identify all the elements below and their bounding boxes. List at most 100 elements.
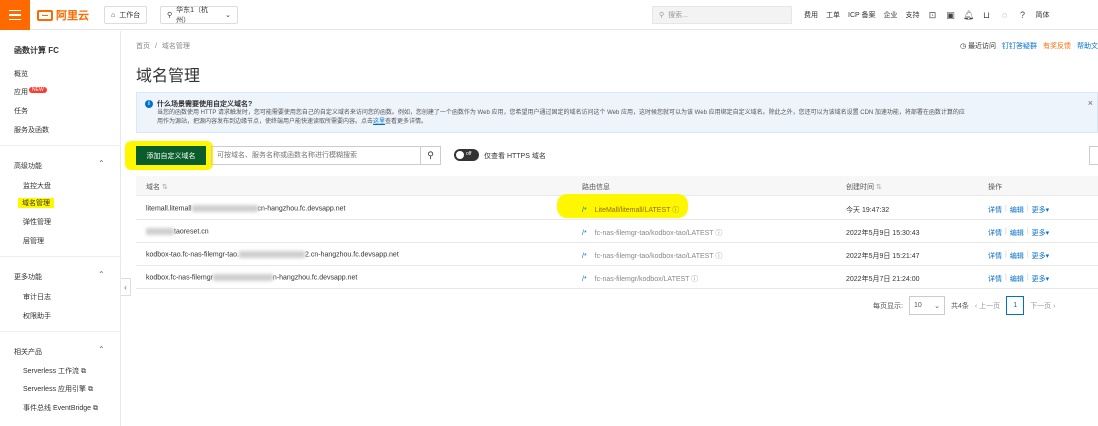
- logo-mark-icon: [37, 9, 53, 21]
- more-dropdown[interactable]: 更多▾: [1032, 228, 1050, 238]
- sidebar-item-eventbridge[interactable]: 事件总线 EventBridge ⧉: [23, 403, 98, 413]
- route-cell: /* fc-nas-filemgr-tao/kodbox-tao/LATEST ⓘ: [582, 228, 722, 238]
- domain-text: 2.cn-hangzhou.fc.devsapp.net: [304, 251, 399, 259]
- sidebar-item-domains[interactable]: 域名管理: [18, 198, 54, 208]
- domain-search-input[interactable]: [212, 147, 420, 164]
- sidebar-item-services[interactable]: 服务及函数: [14, 125, 49, 135]
- help-doc-link[interactable]: 帮助文: [1077, 41, 1098, 51]
- language-switch[interactable]: 简体: [1036, 10, 1050, 20]
- sidebar-divider: [0, 256, 121, 257]
- nav-fees[interactable]: 费用: [804, 10, 818, 20]
- table-header: 域名 ⇅ 路由信息 创建时间 ⇅ 操作: [136, 176, 1098, 196]
- th-domain[interactable]: 域名 ⇅: [146, 182, 168, 192]
- info-body-text: 查看更多详情。: [385, 119, 428, 125]
- chevron-up-icon[interactable]: ⌃: [98, 270, 105, 279]
- info-body: 当您的函数使用 HTTP 请求触发时，您可能需要使用您自己的自定义域名来访问您的…: [157, 109, 1097, 127]
- chevron-left-icon: ‹: [124, 282, 127, 292]
- nav-enterprise[interactable]: 企业: [884, 10, 898, 20]
- row-actions: 详情 | 编辑 | 更多▾: [988, 251, 1049, 261]
- chevron-up-icon[interactable]: ⌃: [98, 345, 105, 354]
- sidebar-item-elastic[interactable]: 弹性管理: [23, 217, 51, 227]
- workspace-button[interactable]: ⌂ 工作台: [104, 6, 148, 24]
- search-button[interactable]: ⚲: [420, 147, 440, 164]
- sidebar-group-more[interactable]: 更多功能: [14, 272, 42, 282]
- chevron-down-icon: ⌄: [934, 302, 940, 310]
- sidebar-item-serverless-workflow[interactable]: Serverless 工作流 ⧉: [23, 366, 86, 376]
- recent-visits-link[interactable]: ◷ 最近访问: [960, 41, 996, 51]
- sidebar-divider: [0, 145, 121, 146]
- sidebar-group-advanced[interactable]: 高级功能: [14, 161, 42, 171]
- sidebar-item-permission[interactable]: 权限助手: [23, 311, 51, 321]
- page-1-button[interactable]: 1: [1006, 296, 1025, 315]
- close-icon[interactable]: ×: [1088, 98, 1093, 108]
- detail-link[interactable]: 详情: [988, 251, 1002, 261]
- toggle-state: off: [466, 151, 472, 157]
- next-page-button[interactable]: 下一页 ›: [1030, 301, 1055, 311]
- help-icon[interactable]: ?: [1018, 10, 1028, 20]
- redacted-block: [238, 251, 305, 258]
- sidebar-group-related[interactable]: 相关产品: [14, 347, 42, 357]
- domain-text: taoreset.cn: [174, 228, 209, 236]
- sidebar-divider: [0, 331, 121, 332]
- detail-link[interactable]: 详情: [988, 274, 1002, 284]
- refresh-button[interactable]: [1089, 146, 1098, 165]
- more-label: 更多: [1031, 207, 1046, 214]
- separator: |: [1026, 251, 1029, 258]
- sidebar-item-audit[interactable]: 审计日志: [23, 292, 51, 302]
- detail-link[interactable]: 详情: [988, 205, 1002, 215]
- terminal-icon[interactable]: ⊡: [928, 10, 938, 20]
- prev-page-button[interactable]: ‹ 上一页: [975, 301, 1000, 311]
- sidebar-title: 函数计算 FC: [14, 46, 59, 55]
- global-search[interactable]: ⚲ 搜索...: [652, 6, 792, 24]
- row-actions: 详情 | 编辑 | 更多▾: [988, 228, 1049, 238]
- domain-search: ⚲: [211, 146, 441, 165]
- menu-icon[interactable]: [0, 0, 30, 30]
- https-only-toggle[interactable]: off: [454, 149, 479, 161]
- sidebar-item-serverless-app-engine[interactable]: Serverless 应用引擎 ⧉: [23, 384, 93, 394]
- feedback-link[interactable]: 有奖反馈: [1043, 41, 1071, 51]
- edit-link[interactable]: 编辑: [1010, 274, 1024, 284]
- sidebar-item-apps[interactable]: 应用 NEW: [14, 87, 47, 97]
- app-icon[interactable]: ▣: [946, 10, 956, 20]
- chevron-up-icon[interactable]: ⌃: [98, 159, 105, 168]
- route-prefix: /*: [582, 253, 587, 260]
- per-page-label: 每页显示:: [873, 302, 903, 310]
- nav-icp[interactable]: ICP 备案: [848, 10, 876, 20]
- nav-support[interactable]: 支持: [906, 10, 920, 20]
- table-row: kodbox-tao.fc-nas-filemgr-tao. 2.cn-hangz…: [136, 243, 1098, 266]
- more-dropdown[interactable]: 更多▾: [1032, 205, 1050, 215]
- region-selector[interactable]: ⚲ 华东1（杭州） ⌄: [160, 6, 238, 24]
- external-link-icon: ⧉: [80, 368, 86, 375]
- aliyun-logo[interactable]: 阿里云: [37, 8, 89, 22]
- detail-link[interactable]: 详情: [988, 228, 1002, 238]
- dingtalk-link[interactable]: 钉钉答疑群: [1002, 41, 1037, 51]
- sidebar-collapse-button[interactable]: ‹: [121, 278, 131, 296]
- per-page-select[interactable]: 10 ⌄: [908, 296, 945, 315]
- edit-link[interactable]: 编辑: [1010, 205, 1024, 215]
- breadcrumb-home[interactable]: 首页: [136, 43, 150, 50]
- route-cell: /* fc-nas-filemgr-tao/kodbox-tao/LATEST ⓘ: [582, 251, 722, 261]
- info-link[interactable]: 这里: [373, 119, 385, 125]
- table-row: litemall.litemall cn-hangzhou.fc.devsapp.…: [136, 197, 1098, 220]
- logo-text: 阿里云: [56, 10, 89, 22]
- info-body-text: 当您的函数使用 HTTP 请求触发时，您可能需要使用您自己的自定义域名来访问您的…: [157, 110, 965, 116]
- more-dropdown[interactable]: 更多▾: [1032, 251, 1050, 261]
- sidebar-item-layers[interactable]: 层管理: [23, 236, 44, 246]
- nav-tickets[interactable]: 工单: [826, 10, 840, 20]
- table-row: taoreset.cn /* fc-nas-filemgr-tao/kodbox-…: [136, 220, 1098, 243]
- more-dropdown[interactable]: 更多▾: [1032, 274, 1050, 284]
- info-icon: i: [145, 100, 153, 108]
- add-custom-domain-button[interactable]: 添加自定义域名: [136, 146, 206, 165]
- cart-icon[interactable]: ⊔: [982, 10, 992, 20]
- bell-icon[interactable]: 🔔︎: [963, 10, 974, 20]
- page-title: 域名管理: [136, 68, 201, 85]
- domain-cell: kodbox-tao.fc-nas-filemgr-tao. 2.cn-hangz…: [146, 251, 399, 258]
- th-created[interactable]: 创建时间 ⇅: [846, 182, 882, 192]
- breadcrumb-current: 域名管理: [161, 43, 190, 50]
- lightbulb-icon[interactable]: ◌: [1000, 10, 1010, 20]
- edit-link[interactable]: 编辑: [1010, 228, 1024, 238]
- edit-link[interactable]: 编辑: [1010, 251, 1024, 261]
- sidebar-item-overview[interactable]: 概览: [14, 69, 28, 79]
- sidebar-item-tasks[interactable]: 任务: [14, 106, 28, 116]
- sidebar-item-monitor[interactable]: 监控大盘: [23, 181, 51, 191]
